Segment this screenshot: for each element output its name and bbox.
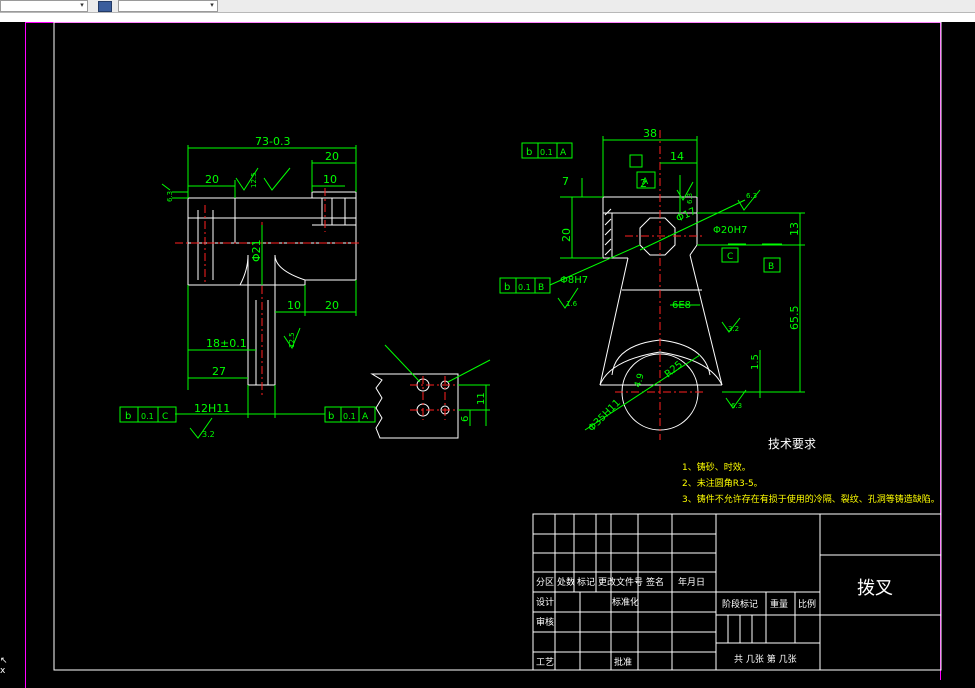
dim-20: 20	[560, 228, 573, 242]
dim-12h11: 12H11	[194, 402, 230, 415]
rough-12-5-a: 12.5	[250, 172, 258, 188]
tol-top-datum: A	[560, 148, 567, 158]
dim-14: 14	[670, 150, 684, 163]
tech-title: 技术要求	[768, 437, 816, 451]
dim-11: 11	[476, 392, 487, 405]
tech-item-2: 2、未注圆角R3-5。	[682, 477, 763, 489]
tb-sheets: 共 几张 第 几张	[734, 653, 797, 665]
rough-1-6: 1.6	[566, 300, 578, 308]
tol-mid-datum: B	[538, 283, 544, 293]
tol-top-sym: b	[526, 147, 532, 158]
drawing-frame	[53, 21, 942, 671]
dim-13: 13	[788, 222, 801, 236]
dim-6: 6	[460, 416, 471, 422]
tol-top-val: 0.1	[540, 148, 553, 157]
dim-20-top-right: 20	[325, 150, 339, 163]
tb-craft: 工艺	[536, 657, 554, 668]
rough-3-2: 3.2	[202, 430, 215, 439]
tol-mid-val: 0.1	[518, 283, 531, 292]
tol-right-datum: A	[362, 412, 369, 422]
rough-6-3-c: 6.3	[731, 402, 742, 410]
dim-18: 18±0.1	[206, 337, 247, 350]
detail-view: 11 6	[370, 344, 491, 439]
rough-6-3-a: 6.3	[686, 193, 694, 204]
tol-mid-sym: b	[504, 282, 510, 293]
tb-review: 审核	[536, 616, 554, 628]
left-view: 73-0.3 20 20 10 Φ21 10 20 18±0.1 27 12H1…	[119, 135, 376, 439]
tb-standardize: 标准化	[612, 596, 639, 608]
dim-20-top-left: 20	[205, 173, 219, 186]
dim-r25: R25	[663, 359, 685, 380]
dim-20-bottom: 20	[325, 299, 339, 312]
tech-item-3: 3、铸件不允许存在有损于使用的冷隔、裂纹、孔洞等铸造缺陷。	[682, 493, 940, 505]
cad-drawing: 73-0.3 20 20 10 Φ21 10 20 18±0.1 27 12H1…	[53, 21, 942, 671]
dim-dia21: Φ21	[250, 239, 263, 262]
tb-col-docno: 更改文件号	[598, 576, 643, 588]
dim-10-bottom: 10	[287, 299, 301, 312]
tb-weight: 重量	[770, 598, 788, 610]
tech-requirements: 技术要求 1、铸砂、时效。 2、未注圆角R3-5。 3、铸件不允许存在有损于使用…	[682, 437, 940, 505]
rough-12-5-b: 12.5	[288, 332, 296, 348]
tb-col-count: 处数	[557, 576, 575, 588]
dim-1-5: 1.5	[750, 354, 761, 370]
dim-dia35h11: Φ35H11	[586, 397, 623, 434]
dim-10-top: 10	[323, 173, 337, 186]
tb-col-zone: 分区	[536, 577, 554, 588]
right-view: 38 14 7 2 20 13 65.5 1.5 Φ17 Φ20H7 Φ8H7 …	[499, 127, 805, 440]
datum-c: C	[727, 252, 733, 262]
tb-stage-mark: 阶段标记	[722, 598, 758, 610]
dim-38: 38	[643, 127, 657, 140]
tol-right-sym: b	[328, 411, 334, 422]
dim-27: 27	[212, 365, 226, 378]
rough-6-3-b: 6.3	[746, 192, 757, 200]
tb-col-sign: 签名	[646, 576, 664, 588]
tb-col-mark: 标记	[577, 576, 595, 588]
dim-6e8: 6E8	[672, 300, 691, 311]
dim-7: 7	[562, 175, 569, 188]
tb-part-name: 拨叉	[857, 578, 893, 599]
dim-4-9: 4.9	[633, 372, 646, 389]
rough-3-2: 3.2	[728, 325, 739, 333]
tb-approve: 批准	[614, 656, 632, 668]
tech-item-1: 1、铸砂、时效。	[682, 461, 751, 473]
rough-6-3: 6.3	[166, 191, 174, 202]
dim-dia17: Φ17	[675, 206, 698, 225]
tol-left-sym: b	[125, 411, 131, 422]
tb-design: 设计	[536, 596, 554, 608]
tb-scale: 比例	[798, 598, 816, 610]
dim-dia8h7: Φ8H7	[560, 275, 588, 286]
dim-65-5: 65.5	[788, 306, 801, 331]
tb-col-date: 年月日	[678, 576, 705, 588]
datum-a: A	[642, 177, 649, 187]
title-block: 分区 处数 标记 更改文件号 签名 年月日 设计 标准化 审核 工艺 批准 阶段…	[532, 513, 942, 671]
datum-b: B	[768, 262, 774, 272]
dim-dia20h7: Φ20H7	[713, 225, 747, 236]
tol-left-val: 0.1	[141, 412, 154, 421]
tol-left-datum: C	[162, 412, 168, 422]
dim-overall: 73-0.3	[255, 135, 290, 148]
tol-right-val: 0.1	[343, 412, 356, 421]
